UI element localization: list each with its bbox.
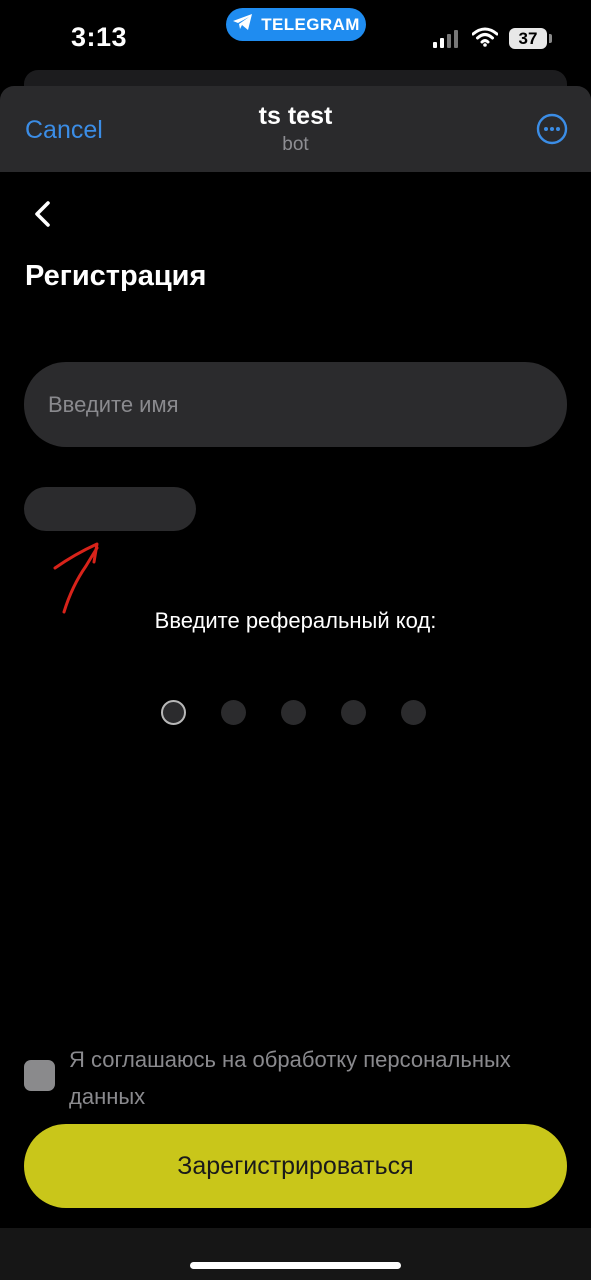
battery-tip <box>549 34 552 43</box>
home-indicator[interactable] <box>190 1262 401 1269</box>
code-digit-dot[interactable] <box>341 700 366 725</box>
status-bar: 3:13 TELEGRAM 37 <box>0 0 591 80</box>
page-title: Регистрация <box>25 260 207 292</box>
bot-header: Cancel ts test bot <box>0 86 591 172</box>
consent-checkbox[interactable] <box>24 1060 55 1091</box>
code-digit-dot[interactable] <box>161 700 186 725</box>
telegram-badge[interactable]: TELEGRAM <box>226 8 366 41</box>
consent-label[interactable]: Я соглашаюсь на обработку персональных д… <box>69 1041 569 1115</box>
referral-code-label: Введите реферальный код: <box>154 608 437 633</box>
signal-icon <box>433 30 458 48</box>
status-time: 3:13 <box>71 22 128 52</box>
loading-placeholder <box>24 487 196 531</box>
wifi-icon <box>471 27 499 52</box>
more-horizontal-icon[interactable] <box>536 113 568 145</box>
code-digit-dot[interactable] <box>401 700 426 725</box>
header-title-group: ts test bot <box>0 102 591 156</box>
telegram-icon <box>232 13 254 36</box>
battery-level: 37 <box>518 28 538 48</box>
bot-title: ts test <box>258 102 333 130</box>
code-digit-dot[interactable] <box>281 700 306 725</box>
battery-icon: 37 <box>509 28 547 49</box>
chevron-left-icon[interactable] <box>30 200 56 228</box>
bot-subtitle: bot <box>282 134 309 155</box>
referral-code-input[interactable] <box>161 700 426 725</box>
bottom-safe-area <box>0 1228 591 1280</box>
telegram-badge-label: TELEGRAM <box>261 14 360 34</box>
code-digit-dot[interactable] <box>221 700 246 725</box>
register-button[interactable]: Зарегистрироваться <box>24 1124 567 1208</box>
name-input[interactable] <box>24 362 567 447</box>
